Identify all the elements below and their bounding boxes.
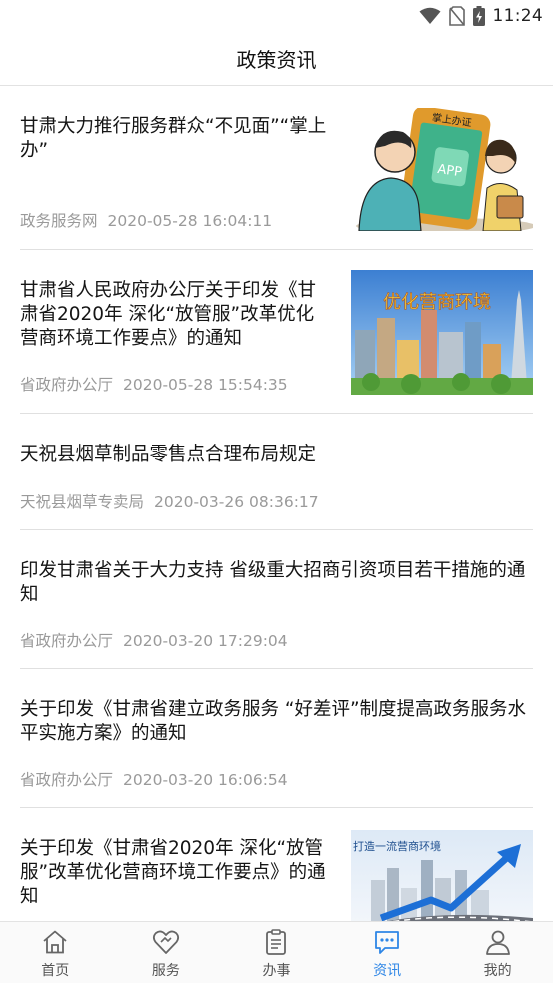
battery-charging-icon bbox=[472, 6, 485, 26]
news-source: 政务服务网 bbox=[20, 212, 98, 230]
home-icon bbox=[43, 930, 67, 954]
status-bar: 11:24 bbox=[0, 0, 553, 32]
news-source: 省政府办公厅 bbox=[20, 376, 114, 394]
tab-label: 资讯 bbox=[373, 963, 402, 979]
news-title: 天祝县烟草制品零售点合理布局规定 bbox=[20, 444, 317, 465]
tab-home[interactable]: 首页 bbox=[0, 922, 111, 983]
news-date: 2020-03-20 16:06:54 bbox=[123, 771, 288, 789]
news-date: 2020-03-26 08:36:17 bbox=[154, 493, 319, 511]
status-icons: 11:24 bbox=[419, 4, 544, 28]
news-item[interactable]: 天祝县烟草制品零售点合理布局规定 天祝县烟草专卖局 2020-03-26 08:3… bbox=[20, 414, 533, 530]
news-title: 关于印发《甘肃省建立政务服务 “好差评”制度提高政务服务水平实施方案》的通知 bbox=[20, 699, 527, 744]
news-title: 甘肃大力推行服务群众“不见面”“掌上办” bbox=[20, 116, 327, 161]
tab-news[interactable]: 资讯 bbox=[332, 922, 443, 983]
news-list[interactable]: 甘肃大力推行服务群众“不见面”“掌上办” 政务服务网 2020-05-28 16:… bbox=[0, 86, 553, 921]
wifi-icon bbox=[419, 7, 440, 24]
thumb-text: 优化营商环境 bbox=[383, 292, 491, 313]
news-date: 2020-05-28 16:04:11 bbox=[107, 212, 273, 230]
news-title: 关于印发《甘肃省2020年 深化“放管服”改革优化营商环境工作要点》的通知 bbox=[20, 838, 326, 907]
user-icon bbox=[485, 930, 510, 955]
tab-service[interactable]: 服务 bbox=[111, 922, 222, 983]
tab-label: 我的 bbox=[483, 963, 512, 979]
thumb-text: 打造一流营商环境 bbox=[353, 839, 441, 853]
news-meta: 省政府办公厅 2020-03-20 17:29:04 bbox=[20, 629, 288, 651]
tab-label: 办事 bbox=[262, 963, 291, 979]
news-source: 天祝县烟草专卖局 bbox=[20, 493, 145, 511]
tab-bar: 首页 服务 办事 资讯 我的 bbox=[0, 921, 553, 983]
news-item[interactable]: 关于印发《甘肃省建立政务服务 “好差评”制度提高政务服务水平实施方案》的通知 省… bbox=[20, 669, 533, 808]
chat-icon bbox=[375, 931, 399, 954]
news-source: 省政府办公厅 bbox=[20, 771, 114, 789]
news-thumbnail: 优化营商环境 bbox=[351, 270, 533, 395]
status-time: 11:24 bbox=[492, 6, 543, 26]
news-thumbnail: APP 掌上办证 bbox=[351, 108, 533, 231]
tab-label: 服务 bbox=[151, 963, 180, 979]
header: 政策资讯 bbox=[0, 32, 553, 86]
news-title: 印发甘肃省关于大力支持 省级重大招商引资项目若干措施的通知 bbox=[20, 560, 526, 605]
no-sim-icon bbox=[448, 6, 465, 26]
news-date: 2020-05-28 15:54:35 bbox=[123, 376, 288, 394]
news-date: 2020-03-20 17:29:04 bbox=[123, 632, 288, 650]
news-meta: 天祝县烟草专卖局 2020-03-26 08:36:17 bbox=[20, 490, 319, 512]
page-title: 政策资讯 bbox=[236, 48, 317, 72]
news-item[interactable]: 甘肃省人民政府办公厅关于印发《甘肃省2020年 深化“放管服”改革优化营商环境工… bbox=[20, 250, 533, 414]
news-source: 省政府办公厅 bbox=[20, 632, 114, 650]
news-meta: 政务服务网 2020-05-28 16:04:11 bbox=[20, 209, 272, 231]
news-thumbnail: 打造一流营商环境 bbox=[351, 830, 533, 921]
tab-label: 首页 bbox=[41, 963, 70, 979]
heart-icon bbox=[152, 930, 179, 954]
news-meta: 省政府办公厅 2020-03-20 16:06:54 bbox=[20, 768, 288, 790]
news-meta: 省政府办公厅 2020-05-28 15:54:35 bbox=[20, 373, 288, 395]
tab-affairs[interactable]: 办事 bbox=[221, 922, 332, 983]
news-item[interactable]: 关于印发《甘肃省2020年 深化“放管服”改革优化营商环境工作要点》的通知 打造… bbox=[20, 808, 533, 921]
clipboard-icon bbox=[266, 929, 287, 955]
news-title: 甘肃省人民政府办公厅关于印发《甘肃省2020年 深化“放管服”改革优化营商环境工… bbox=[20, 280, 317, 349]
news-item[interactable]: 印发甘肃省关于大力支持 省级重大招商引资项目若干措施的通知 省政府办公厅 2020… bbox=[20, 530, 533, 669]
news-item[interactable]: 甘肃大力推行服务群众“不见面”“掌上办” 政务服务网 2020-05-28 16:… bbox=[20, 86, 533, 250]
tab-mine[interactable]: 我的 bbox=[442, 922, 553, 983]
